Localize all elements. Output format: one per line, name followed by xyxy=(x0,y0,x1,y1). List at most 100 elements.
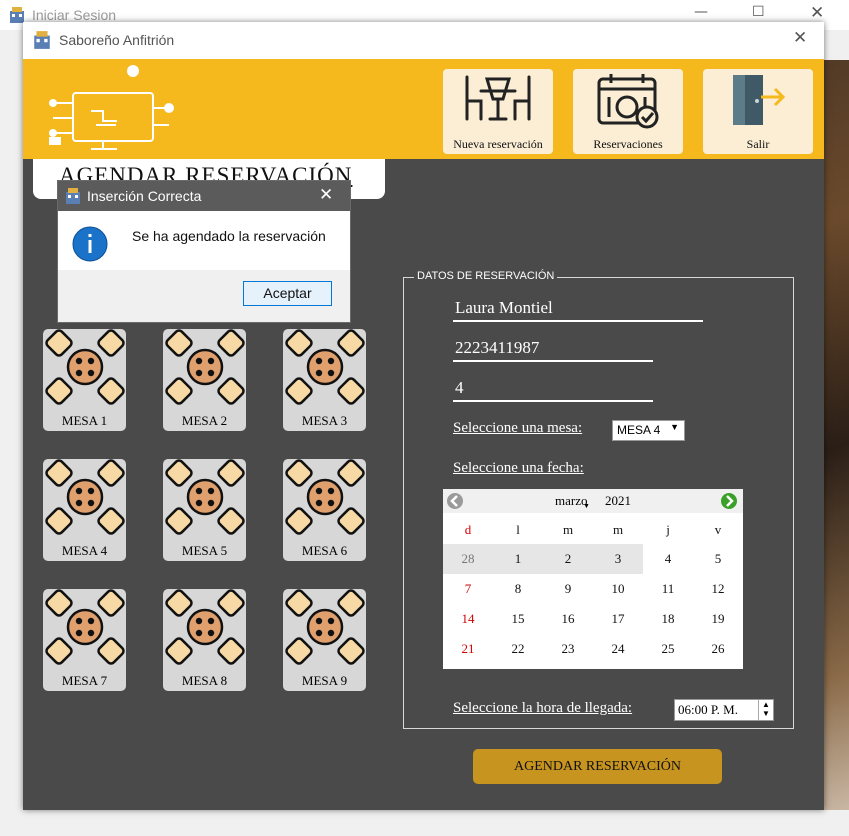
app-icon xyxy=(32,30,52,55)
close-icon[interactable]: ✕ xyxy=(810,3,824,23)
calendar-day[interactable]: 25 xyxy=(643,634,693,664)
table-icon xyxy=(45,589,125,665)
table-label: MESA 1 xyxy=(61,413,108,428)
table-card[interactable]: MESA 3 xyxy=(283,329,366,431)
stepper-up-icon[interactable]: ▲ xyxy=(759,700,773,709)
table-select[interactable]: MESA 4 ▼ xyxy=(612,420,685,441)
calendar-day[interactable]: 11 xyxy=(643,574,693,604)
calendar-day[interactable]: 1 xyxy=(493,544,543,574)
arrival-time-spinner[interactable]: 06:00 P. M. ▲ ▼ xyxy=(674,699,774,721)
table-icon xyxy=(165,459,245,535)
calendar-day[interactable]: 4 xyxy=(643,544,693,574)
table-card[interactable]: MESA 6 xyxy=(283,459,366,561)
select-time-label: Seleccione la hora de llegada: xyxy=(453,700,633,716)
chevron-down-icon: ▼ xyxy=(670,422,679,432)
calendar-day[interactable]: 3 xyxy=(593,544,643,574)
dialog-title: Inserción Correcta xyxy=(87,188,202,204)
dialog-titlebar: Inserción Correcta ✕ xyxy=(58,181,350,211)
calendar-header: marzo ▼ 2021 xyxy=(443,489,743,513)
window-title: Saboreño Anfitrión xyxy=(59,32,175,48)
exit-door-icon xyxy=(733,75,786,125)
calendar-day[interactable]: 5 xyxy=(693,544,743,574)
weekday-header: v xyxy=(714,522,722,537)
calendar-day[interactable]: 22 xyxy=(493,634,543,664)
table-icon xyxy=(285,459,365,535)
minimize-icon[interactable]: — xyxy=(694,4,708,20)
dialog-close-icon[interactable]: ✕ xyxy=(319,185,333,205)
table-card[interactable]: MESA 5 xyxy=(163,459,246,561)
schedule-reservation-button[interactable]: AGENDAR RESERVACIÓN xyxy=(473,749,722,784)
name-field[interactable]: Laura Montiel xyxy=(453,298,703,322)
table-label: MESA 8 xyxy=(181,673,228,688)
weekday-header: l xyxy=(516,522,520,537)
table-icon xyxy=(165,329,245,405)
table-label: MESA 6 xyxy=(301,543,348,558)
table-card[interactable]: MESA 8 xyxy=(163,589,246,691)
table-label: MESA 4 xyxy=(61,543,108,558)
stepper-down-icon[interactable]: ▼ xyxy=(759,709,773,718)
calendar-day[interactable]: 14 xyxy=(443,604,493,634)
table-select-value: MESA 4 xyxy=(617,423,661,437)
weekday-header: m xyxy=(562,522,574,537)
accept-button[interactable]: Aceptar xyxy=(243,281,332,306)
calendar-day[interactable]: 9 xyxy=(543,574,593,604)
calendar-year[interactable]: 2021 xyxy=(605,493,631,509)
phone-field[interactable]: 2223411987 xyxy=(453,338,653,362)
exit-button[interactable]: Salir xyxy=(703,69,813,154)
exit-label: Salir xyxy=(746,137,770,151)
next-month-icon[interactable] xyxy=(720,492,738,515)
calendar-day[interactable]: 8 xyxy=(493,574,543,604)
background-bottom xyxy=(0,810,849,836)
phone-value: 2223411987 xyxy=(455,338,540,357)
table-label: MESA 3 xyxy=(301,413,348,428)
time-stepper[interactable]: ▲ ▼ xyxy=(758,700,773,720)
calendar-day[interactable]: 16 xyxy=(543,604,593,634)
weekday-header: d xyxy=(464,522,472,537)
background-window-title: Iniciar Sesion xyxy=(32,7,117,23)
name-value: Laura Montiel xyxy=(455,298,553,317)
maximize-icon[interactable]: ☐ xyxy=(752,4,765,20)
dining-table-icon xyxy=(465,75,531,121)
table-card[interactable]: MESA 9 xyxy=(283,589,366,691)
info-icon xyxy=(72,226,108,267)
new-reservation-label: Nueva reservación xyxy=(453,137,543,151)
table-icon xyxy=(45,329,125,405)
guests-value: 4 xyxy=(455,378,464,397)
calendar-day[interactable]: 21 xyxy=(443,634,493,664)
table-icon xyxy=(165,589,245,665)
table-card[interactable]: MESA 1 xyxy=(43,329,126,431)
table-card[interactable]: MESA 4 xyxy=(43,459,126,561)
calendar-plate-icon xyxy=(597,74,659,129)
weekday-header: m xyxy=(612,522,624,537)
success-dialog: Inserción Correcta ✕ Se ha agendado la r… xyxy=(57,180,351,323)
table-card[interactable]: MESA 2 xyxy=(163,329,246,431)
close-icon[interactable]: ✕ xyxy=(793,28,807,48)
guests-field[interactable]: 4 xyxy=(453,378,653,402)
reservations-button[interactable]: Reservaciones xyxy=(573,69,683,154)
prev-month-icon[interactable] xyxy=(446,492,464,515)
month-dropdown-icon[interactable]: ▼ xyxy=(583,502,590,510)
calendar-day[interactable]: 10 xyxy=(593,574,643,604)
arrival-time-value: 06:00 P. M. xyxy=(678,702,738,717)
dialog-message: Se ha agendado la reservación xyxy=(132,228,326,244)
calendar-day[interactable]: 12 xyxy=(693,574,743,604)
calendar-day[interactable]: 24 xyxy=(593,634,643,664)
reservations-label: Reservaciones xyxy=(593,137,663,151)
table-card[interactable]: MESA 7 xyxy=(43,589,126,691)
calendar-day[interactable]: 19 xyxy=(693,604,743,634)
new-reservation-button[interactable]: Nueva reservación xyxy=(443,69,553,154)
main-titlebar: Saboreño Anfitrión ✕ xyxy=(23,22,824,59)
calendar-day[interactable]: 2 xyxy=(543,544,593,574)
calendar-day[interactable]: 7 xyxy=(443,574,493,604)
calendar-day[interactable]: 17 xyxy=(593,604,643,634)
calendar-day[interactable]: 15 xyxy=(493,604,543,634)
calendar-day[interactable]: 18 xyxy=(643,604,693,634)
weekday-header: j xyxy=(666,522,670,537)
table-icon xyxy=(45,459,125,535)
calendar-day[interactable]: 26 xyxy=(693,634,743,664)
table-label: MESA 9 xyxy=(301,673,348,688)
calendar-day[interactable]: 28 xyxy=(443,544,493,574)
calendar-day[interactable]: 23 xyxy=(543,634,593,664)
table-icon xyxy=(285,329,365,405)
app-icon xyxy=(64,187,82,210)
